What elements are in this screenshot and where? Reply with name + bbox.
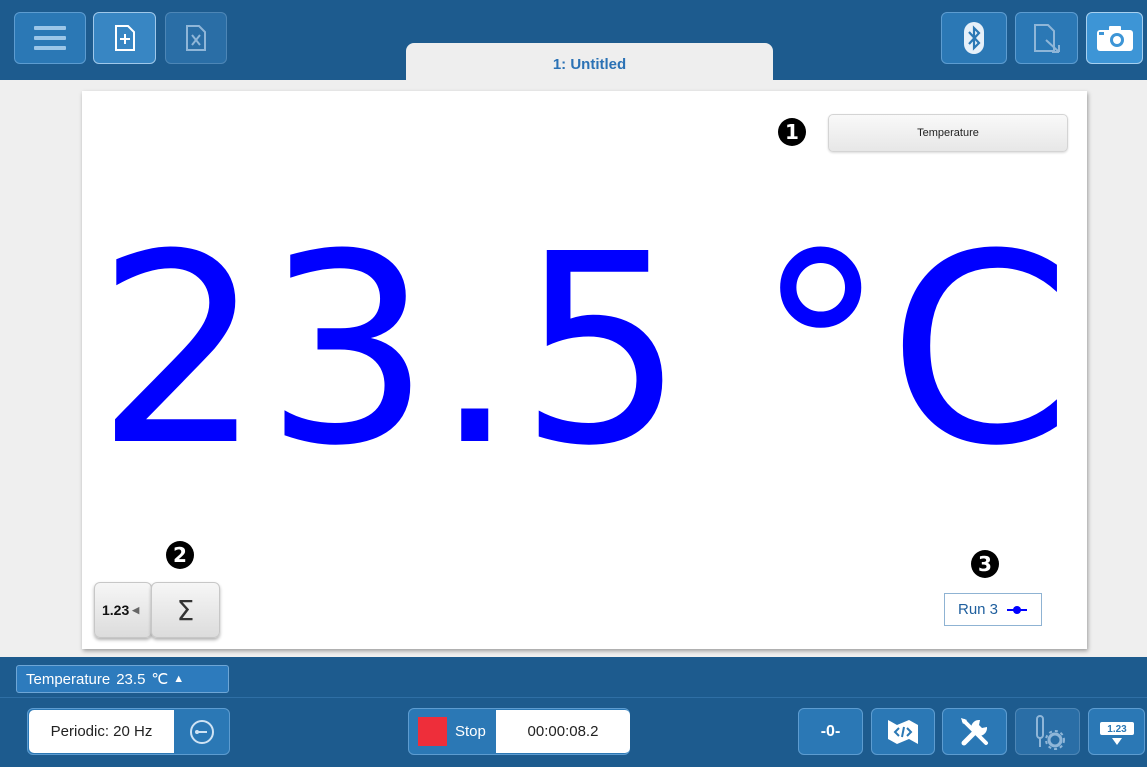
tools-icon bbox=[960, 717, 988, 745]
meter-display-icon: 1.23 bbox=[1099, 721, 1134, 745]
display-mode-group: 1.23 ◀ Σ bbox=[94, 582, 220, 638]
run-label: Run 3 bbox=[957, 601, 999, 618]
keep-button[interactable] bbox=[174, 709, 230, 754]
circle-arrow-icon bbox=[190, 719, 214, 744]
reading-value: 23.5 bbox=[95, 198, 688, 503]
screenshot-button[interactable] bbox=[1086, 12, 1143, 64]
collection-mode-control: Periodic: 20 Hz bbox=[27, 708, 230, 755]
sensor-select-button[interactable]: Temperature bbox=[828, 114, 1068, 152]
data-point-line-icon bbox=[1007, 605, 1028, 614]
statistics-button[interactable]: Σ bbox=[151, 582, 220, 638]
left-triangle-icon: ◀ bbox=[132, 604, 140, 615]
reading-unit: °C bbox=[755, 198, 1074, 503]
elapsed-time: 00:00:08.2 bbox=[496, 710, 630, 753]
code-page-icon bbox=[888, 719, 918, 744]
bluetooth-icon bbox=[964, 22, 984, 54]
callout-marker: 1 bbox=[778, 118, 806, 146]
hamburger-menu-icon bbox=[34, 26, 66, 50]
collection-control: Stop 00:00:08.2 bbox=[408, 708, 630, 755]
callout-marker: 2 bbox=[166, 541, 194, 569]
divider bbox=[0, 697, 1147, 698]
close-file-icon bbox=[186, 25, 206, 51]
tools-button[interactable] bbox=[942, 708, 1007, 755]
sensor-reading: 23.5 °C bbox=[82, 198, 1087, 503]
meter-button-label: 1.23 bbox=[1107, 724, 1127, 735]
meter-tag-unit: ℃ bbox=[151, 671, 169, 688]
zero-label: -0- bbox=[820, 722, 841, 740]
close-file-button[interactable] bbox=[165, 12, 227, 64]
probe-gear-icon bbox=[1035, 714, 1065, 750]
meter-tag-value: 23.5 bbox=[116, 670, 146, 688]
caret-up-icon: ▲ bbox=[173, 673, 185, 685]
menu-button[interactable] bbox=[14, 12, 86, 64]
stop-button[interactable]: Stop bbox=[409, 709, 497, 754]
numeric-mode-button[interactable]: 1.23 ◀ bbox=[94, 582, 152, 638]
bluetooth-button[interactable] bbox=[941, 12, 1007, 64]
new-file-button[interactable] bbox=[93, 12, 156, 64]
meter-tag-name: Temperature bbox=[26, 670, 111, 688]
sensor-settings-button[interactable] bbox=[1015, 708, 1080, 755]
callout-marker: 3 bbox=[971, 550, 999, 578]
meter-panel: 1 Temperature 23.5 °C 2 1.23 ◀ Σ 3 Run 3 bbox=[82, 91, 1087, 649]
stop-label: Stop bbox=[455, 723, 486, 740]
export-button[interactable] bbox=[1015, 12, 1078, 64]
meter-view-button[interactable]: 1.23 bbox=[1088, 708, 1145, 755]
document-tab[interactable]: 1: Untitled bbox=[406, 43, 773, 80]
run-legend[interactable]: Run 3 bbox=[944, 593, 1042, 626]
zero-button[interactable]: -0- bbox=[798, 708, 863, 755]
numeric-mode-label: 1.23 bbox=[102, 602, 130, 618]
export-file-icon bbox=[1033, 24, 1060, 53]
sigma-icon: Σ bbox=[176, 593, 195, 627]
camera-icon bbox=[1096, 26, 1133, 51]
tab-label: 1: Untitled bbox=[552, 56, 627, 73]
bottom-toolbar: Temperature 23.5 ℃ ▲ Periodic: 20 Hz Sto… bbox=[0, 657, 1147, 767]
top-toolbar: 1: Untitled bbox=[0, 0, 1147, 80]
analysis-button[interactable] bbox=[871, 708, 935, 755]
new-file-icon bbox=[114, 25, 135, 51]
collection-mode-button[interactable]: Periodic: 20 Hz bbox=[29, 710, 174, 753]
meter-tag[interactable]: Temperature 23.5 ℃ ▲ bbox=[16, 665, 229, 693]
stop-square-icon bbox=[418, 717, 447, 746]
